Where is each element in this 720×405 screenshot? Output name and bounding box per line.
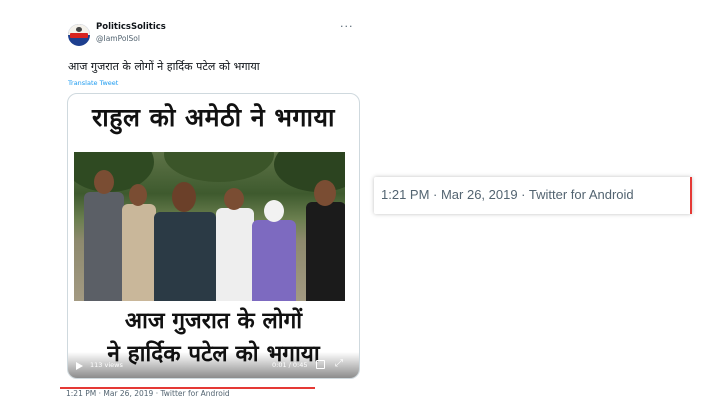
person-head [94,170,114,194]
person-shape [216,208,254,301]
video-player[interactable]: राहुल को अमेठी ने भगाया आज गुजरात के लोग… [67,93,360,379]
video-frame [74,152,345,301]
tree-shape [164,152,274,182]
user-handle[interactable]: @IamPolSol [96,34,140,43]
tweet-timestamp[interactable]: 1:21 PM · Mar 26, 2019 · Twitter for And… [66,389,230,398]
person-head [129,184,147,206]
person-shape [306,202,345,301]
zoomed-timestamp-callout: 1:21 PM · Mar 26, 2019 · Twitter for And… [374,177,692,214]
highlight-bar [690,177,692,214]
tweet-text: आज गुजरात के लोगों ने हार्दिक पटेल को भग… [68,60,260,73]
person-shape [252,220,296,301]
video-controls: 113 views 0:01 / 0:45 ⤢ [68,352,359,378]
person-shape [84,192,124,301]
settings-icon[interactable] [316,360,325,369]
person-cap [264,200,284,222]
video-time: 0:01 / 0:45 [272,361,308,369]
person-shape [154,212,216,301]
display-name[interactable]: PoliticsSolitics [96,22,166,32]
avatar-figure [76,27,82,32]
video-headline-top: राहुल को अमेठी ने भगाया [92,103,335,132]
highlight-underline [60,387,315,389]
more-horizontal-icon[interactable]: ··· [340,20,354,33]
avatar[interactable] [68,24,90,46]
fullscreen-icon[interactable]: ⤢ [335,358,343,369]
video-headline-bottom-line1: आज गुजरात के लोगों [124,308,303,334]
play-icon[interactable] [76,362,83,370]
person-head [172,182,196,212]
zoomed-timestamp-panel: 1:21 PM · Mar 26, 2019 · Twitter for And… [374,177,688,214]
translate-tweet-link[interactable]: Translate Tweet [68,79,118,87]
person-shape [122,204,156,301]
avatar-banner [70,33,88,38]
zoomed-timestamp-text: 1:21 PM · Mar 26, 2019 · Twitter for And… [381,187,634,202]
person-head [314,180,336,206]
tweet-card: PoliticsSolitics @IamPolSol ··· आज गुजरा… [58,12,364,398]
view-count: 113 views [90,361,123,369]
person-head [224,188,244,210]
